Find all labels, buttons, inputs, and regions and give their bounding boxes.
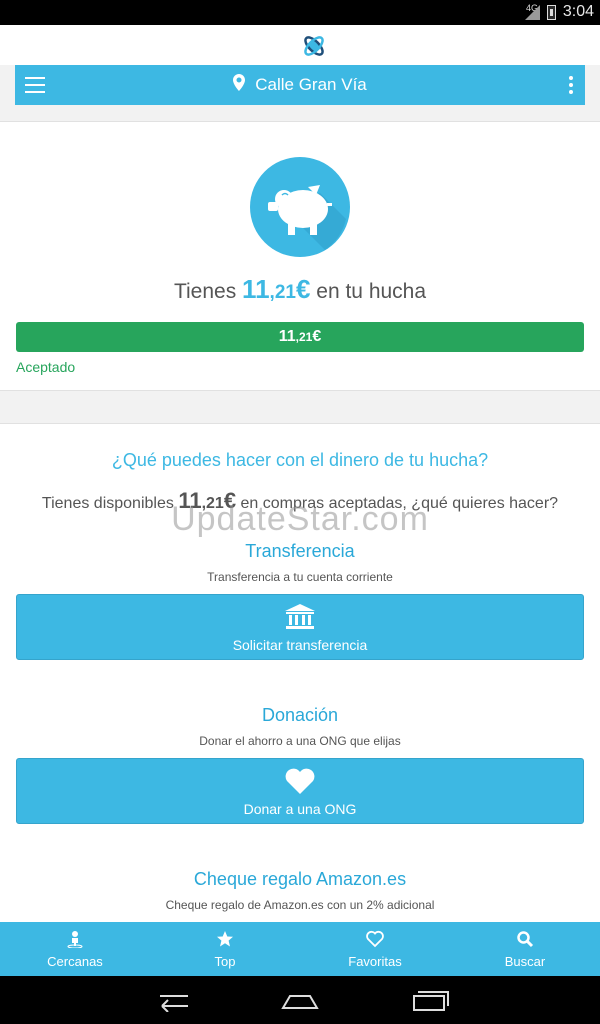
balance-prefix: Tienes xyxy=(173,280,237,303)
battery-icon xyxy=(547,5,556,20)
request-transfer-button[interactable]: Solicitar transferencia xyxy=(16,594,584,660)
transfer-desc: Transferencia a tu cuenta corriente xyxy=(207,570,393,584)
location-selector[interactable]: Calle Gran Vía xyxy=(15,74,585,95)
home-icon[interactable] xyxy=(280,988,320,1012)
overflow-menu-icon[interactable] xyxy=(569,76,573,94)
system-nav-bar xyxy=(0,976,600,1024)
app-logo xyxy=(304,36,324,56)
nav-buscar[interactable]: Buscar xyxy=(450,922,600,976)
donation-desc: Donar el ahorro a una ONG que elijas xyxy=(199,734,401,748)
app-header xyxy=(0,25,600,65)
back-icon[interactable] xyxy=(152,988,192,1012)
star-icon xyxy=(217,931,233,947)
transfer-title: Transferencia xyxy=(245,541,355,561)
bottom-nav: Cercanas Top Favoritas Buscar xyxy=(0,922,600,976)
recents-icon[interactable] xyxy=(410,988,450,1012)
request-transfer-label: Solicitar transferencia xyxy=(232,637,368,653)
balance-progress-bar: 11,21€ xyxy=(16,322,584,352)
search-icon xyxy=(517,931,534,948)
status-bar: 4G 3:04 xyxy=(0,0,600,25)
options-card: ¿Qué puedes hacer con el dinero de tu hu… xyxy=(0,423,600,922)
nav-top[interactable]: Top xyxy=(150,922,300,976)
bank-icon xyxy=(285,604,315,629)
clock: 3:04 xyxy=(562,3,594,20)
main-content[interactable]: Tienes 11,21€ en tu hucha 11,21€ Aceptad… xyxy=(0,105,600,922)
balance-summary: Tienes 11,21€ en tu hucha xyxy=(0,274,600,305)
status-label: Aceptado xyxy=(16,359,76,375)
balance-amount: 11,21€ xyxy=(242,274,311,304)
location-toolbar: Calle Gran Vía xyxy=(15,65,585,105)
watermark: UpdateStar.com xyxy=(171,500,429,538)
signal-icon xyxy=(525,5,540,20)
balance-suffix: en tu hucha xyxy=(316,280,427,303)
person-pin-icon xyxy=(67,931,83,948)
piggy-bank-icon xyxy=(250,157,350,257)
heart-icon xyxy=(285,768,315,794)
options-question: ¿Qué puedes hacer con el dinero de tu hu… xyxy=(111,450,489,470)
heart-outline-icon xyxy=(366,930,384,948)
amazon-desc: Cheque regalo de Amazon.es con un 2% adi… xyxy=(165,898,435,912)
nav-favoritas[interactable]: Favoritas xyxy=(300,922,450,976)
donate-label: Donar a una ONG xyxy=(243,801,357,817)
donate-button[interactable]: Donar a una ONG xyxy=(16,758,584,824)
progress-label: 11,21€ xyxy=(278,328,322,345)
balance-card: Tienes 11,21€ en tu hucha 11,21€ Aceptad… xyxy=(0,121,600,391)
donation-title: Donación xyxy=(261,705,339,725)
location-pin-icon xyxy=(233,74,246,92)
location-label: Calle Gran Vía xyxy=(255,75,367,94)
amazon-title: Cheque regalo Amazon.es xyxy=(193,869,407,889)
nav-cercanas[interactable]: Cercanas xyxy=(0,922,150,976)
